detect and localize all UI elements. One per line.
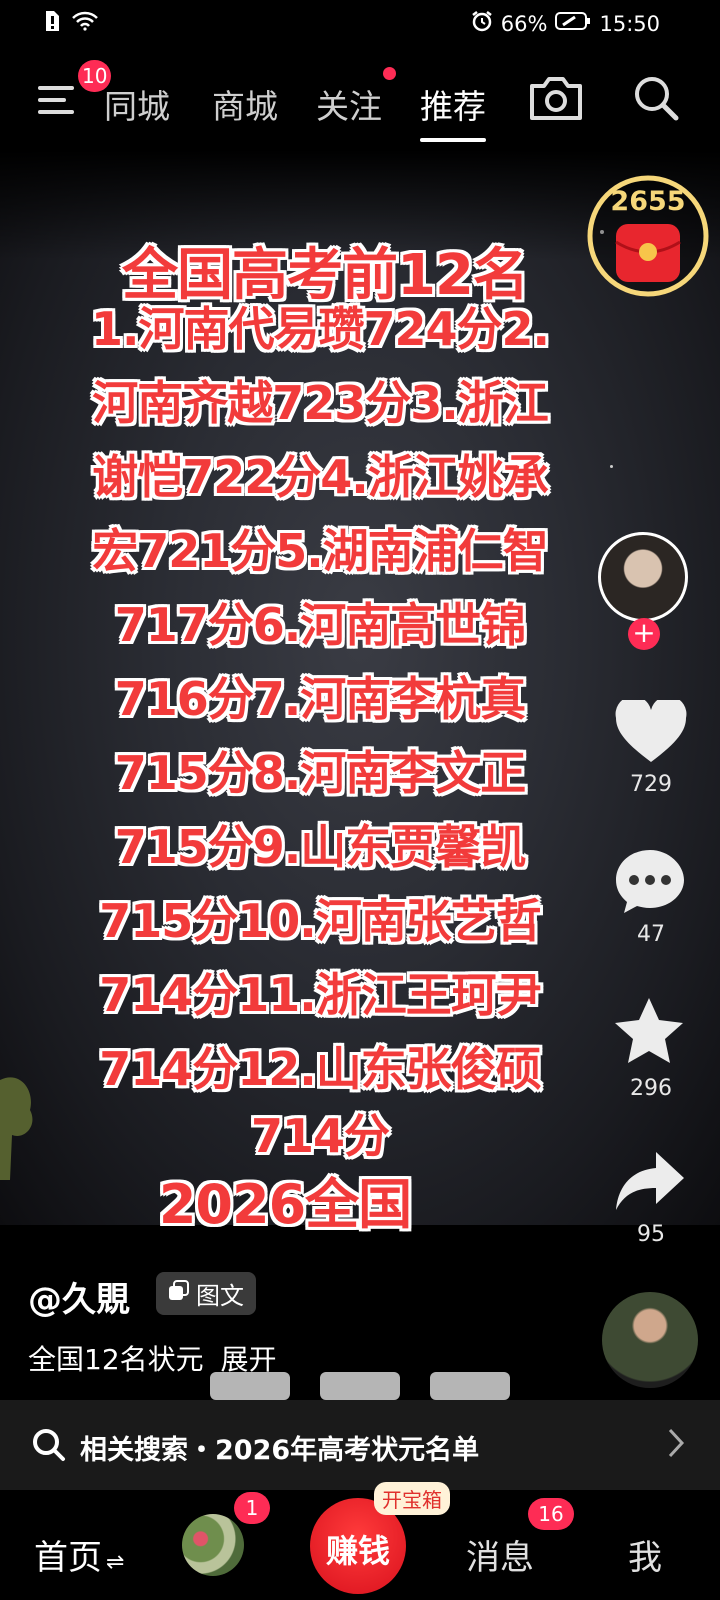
battery-percent: 66% [500,11,548,36]
share-arrow-icon[interactable] [614,1150,686,1216]
tab-recommend[interactable]: 推荐 [420,80,486,142]
caption-line: 715分8.河南李文正 [114,746,527,800]
nav-home[interactable]: 首页 ⇌ [34,1530,124,1579]
separator-dot: ・ [188,1435,215,1466]
search-icon [32,1428,66,1466]
author-avatar[interactable] [598,532,688,622]
red-packet-widget[interactable]: 2655 [586,174,710,298]
nav-earn-label: 赚钱 [325,1532,390,1570]
status-bar: 66% 15:50 [0,0,720,50]
tab-mall[interactable]: 商城 [212,80,278,128]
friends-badge: 1 [234,1492,270,1524]
status-left [44,10,98,37]
related-prefix: 相关搜索 [80,1435,188,1466]
caption-line: 714分12.山东张俊硕 [99,1042,542,1096]
related-search-bar[interactable]: 相关搜索・2026年高考状元名单 [0,1400,720,1490]
swap-icon: ⇌ [106,1550,125,1575]
search-icon[interactable] [632,74,680,126]
related-query: 2026年高考状元名单 [215,1435,480,1466]
caption-line: 717分6.河南高世锦 [114,598,527,652]
treasure-tag: 开宝箱 [374,1482,450,1515]
wifi-icon [72,11,98,36]
following-dot [383,67,396,80]
status-right: 66% 15:50 [471,10,660,37]
menu-icon[interactable] [38,82,80,122]
description-text: 全国12名状元 [28,1343,204,1376]
alarm-icon [471,10,493,37]
battery-icon [555,11,591,36]
author-name[interactable]: @久覞 [28,1272,130,1321]
image-text-icon [168,1279,190,1308]
share-count: 95 [637,1222,665,1247]
comment-count: 47 [637,922,665,947]
caption-line: 715分9.山东贾馨凯 [114,820,527,874]
post-type-chip: 图文 [156,1272,256,1315]
bottom-nav: 首页 ⇌ 1 赚钱 开宝箱 消息 16 我 [0,1482,720,1600]
caption-line: 谢恺722分4.浙江姚承 [92,450,549,504]
related-search-text: 相关搜索・2026年高考状元名单 [80,1428,479,1467]
caption-line: 716分7.河南李杭真 [114,672,527,726]
caption-footer: 2026全国 [158,1173,412,1236]
nav-friends-avatar[interactable] [182,1514,244,1576]
favorite-count: 296 [630,1076,672,1101]
red-packet-count: 2655 [610,186,686,217]
follow-plus-icon[interactable]: + [628,618,660,650]
tab-nearby[interactable]: 同城 [104,80,170,128]
caption-line: 河南齐越723分3.浙江 [92,376,549,430]
favorite-star-icon[interactable] [612,996,686,1072]
top-nav: 10 同城 商城 关注 推荐 [0,60,720,150]
active-tab-indicator [420,138,486,142]
clock: 15:50 [599,11,660,36]
nav-messages[interactable]: 消息 [466,1530,534,1579]
music-disc-avatar[interactable] [602,1292,698,1388]
post-type-label: 图文 [196,1282,244,1310]
sticker-fragment [210,1372,290,1400]
messages-badge: 16 [528,1498,574,1530]
camera-icon[interactable] [528,74,584,126]
caption-line: 715分10.河南张艺哲 [99,894,542,948]
like-icon[interactable] [614,696,688,768]
comment-icon[interactable] [614,848,686,918]
chevron-right-icon [666,1426,686,1464]
sticker-fragment [320,1372,400,1400]
caption-line: 宏721分5.湖南浦仁智 [92,524,549,578]
caption-line: 714分 [250,1109,390,1163]
tab-recommend-label: 推荐 [420,87,486,126]
tab-following[interactable]: 关注 [316,80,382,128]
caption-line: 1.河南代易瓒724分2. [91,302,550,356]
sim-alert-icon [44,10,60,37]
red-envelope-icon [614,222,682,288]
sticker-fragment [430,1372,510,1400]
caption-line: 714分11.浙江王珂尹 [99,968,542,1022]
nav-home-label: 首页 [34,1538,102,1578]
like-count: 729 [630,772,672,797]
nav-me[interactable]: 我 [628,1530,662,1579]
